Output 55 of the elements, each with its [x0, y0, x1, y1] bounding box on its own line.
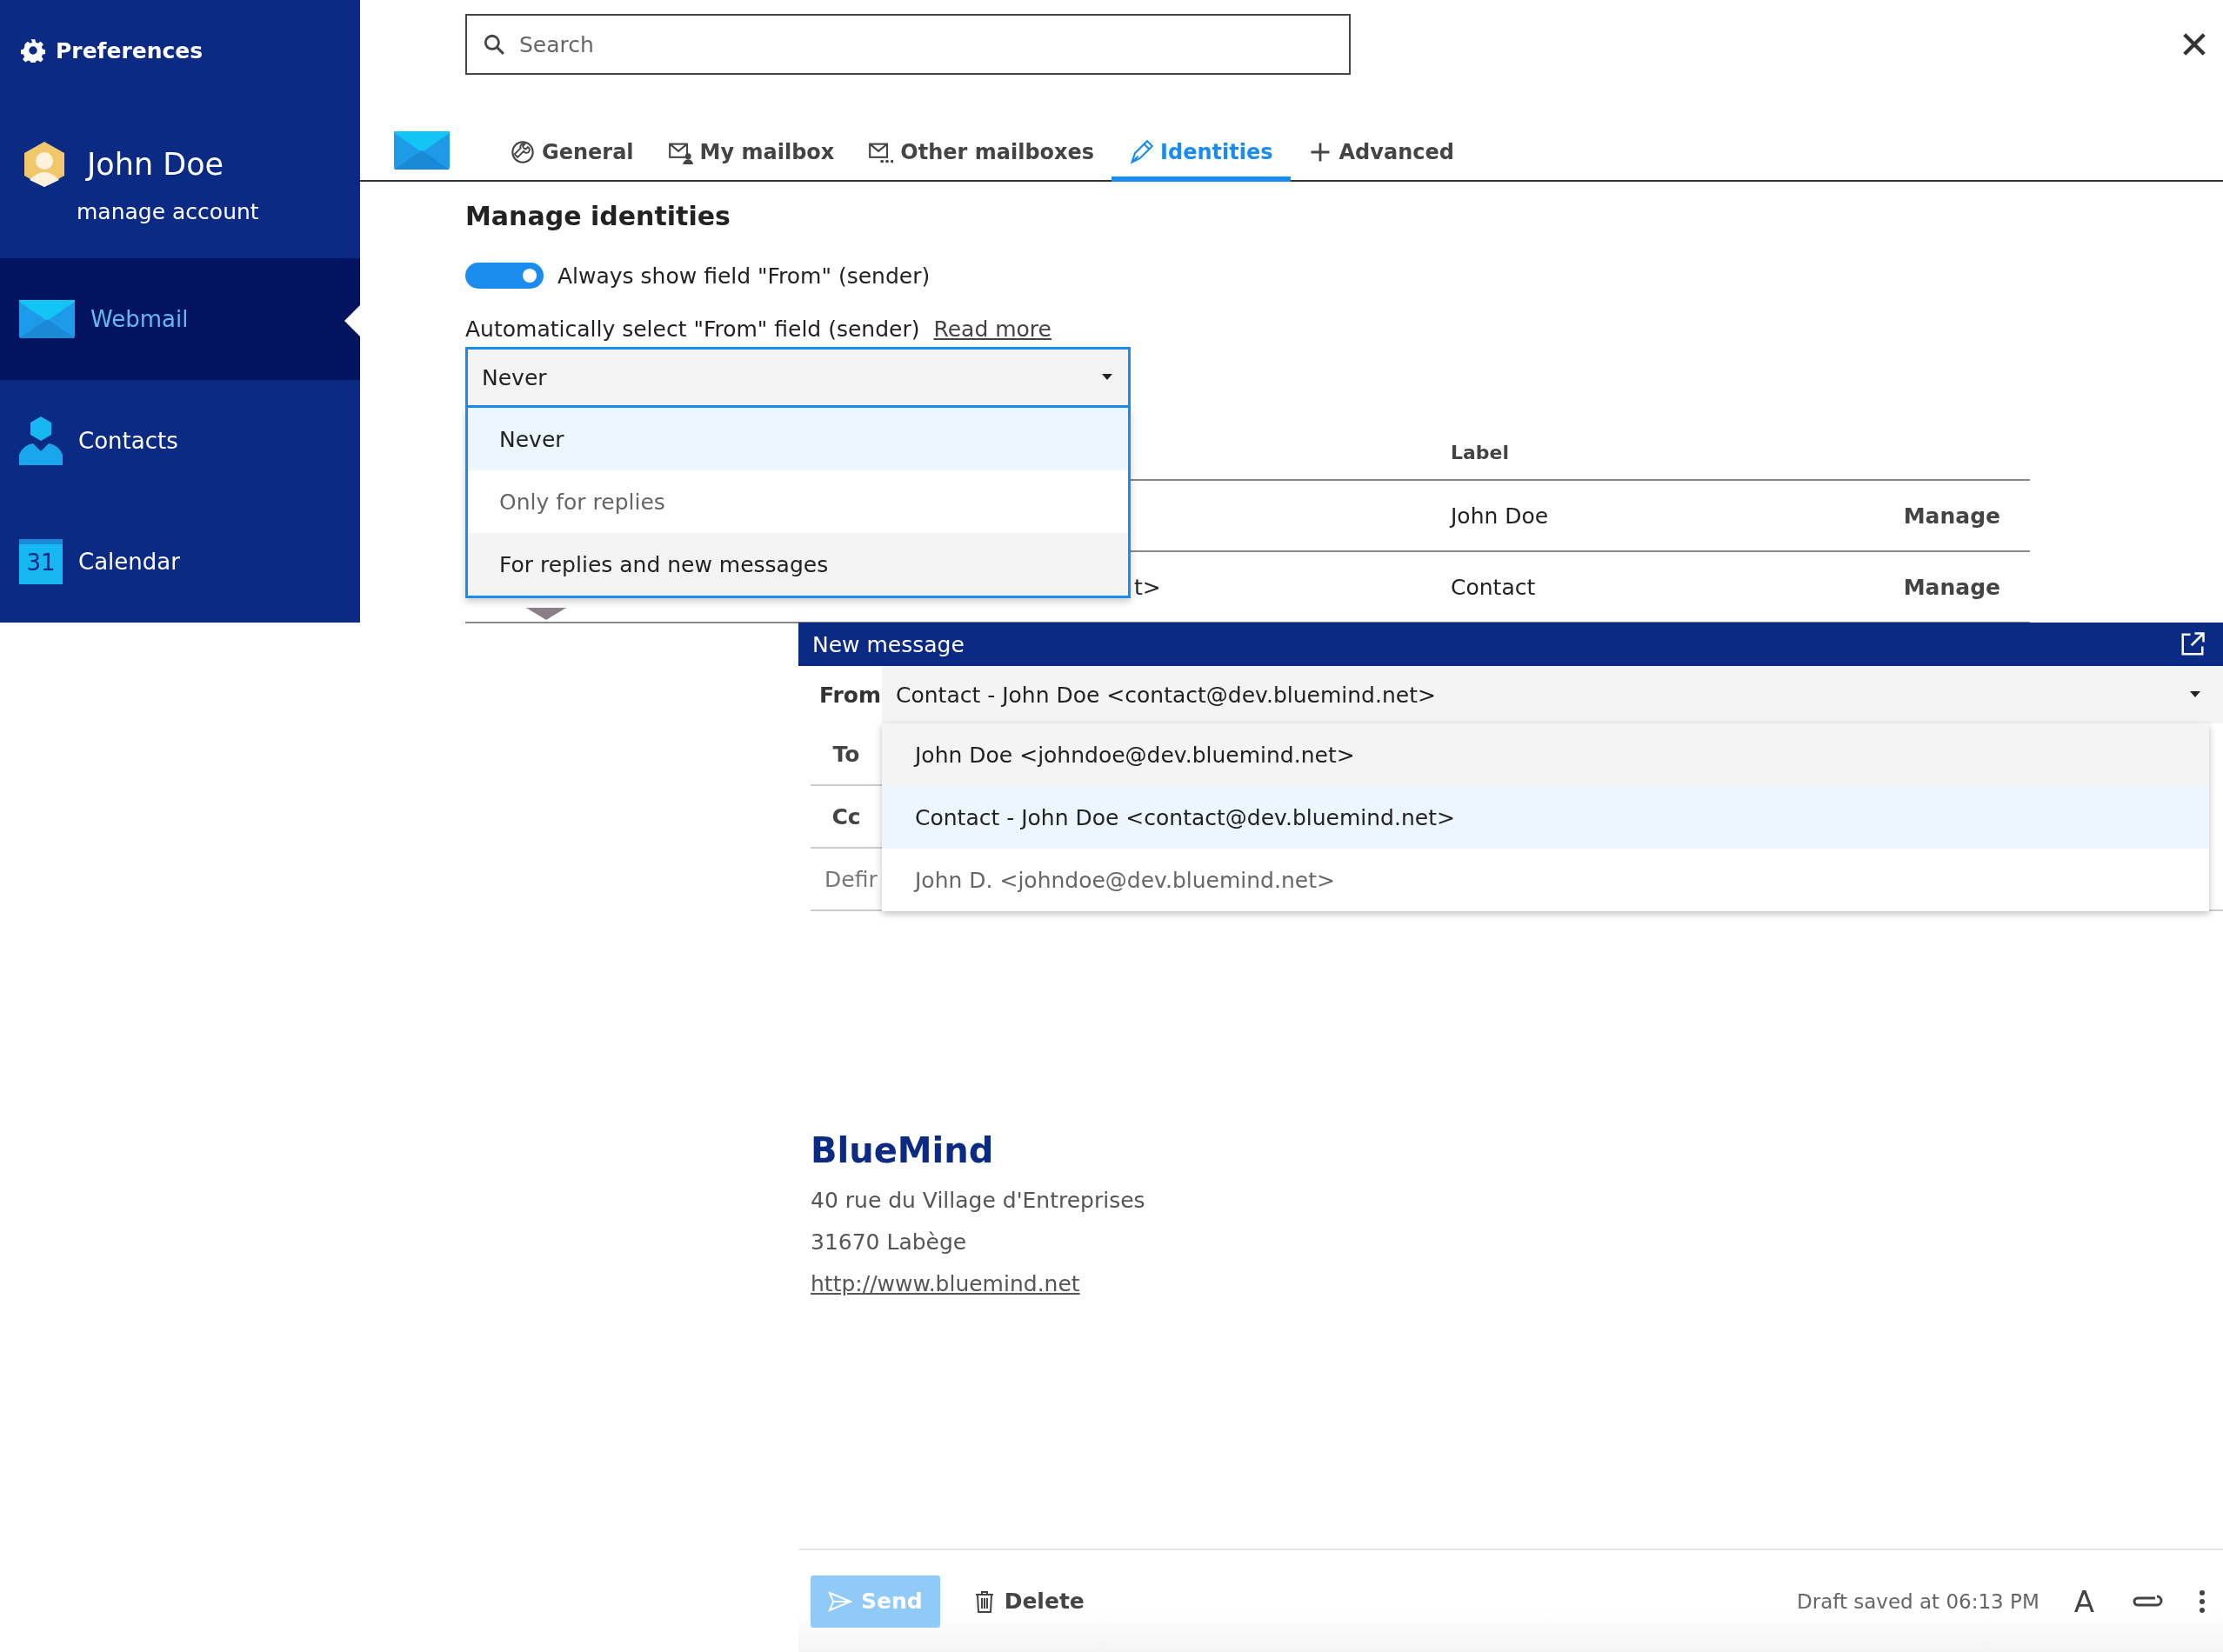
send-icon — [828, 1590, 852, 1612]
read-more-link[interactable]: Read more — [933, 316, 1051, 342]
more-icon[interactable] — [2199, 1589, 2206, 1614]
table-cell: John Doe — [1451, 481, 1904, 552]
pen-icon — [1129, 140, 1154, 164]
close-icon[interactable] — [2181, 31, 2207, 57]
column-header: Label — [1451, 425, 1904, 481]
search-icon — [483, 33, 505, 56]
search-field[interactable]: Search — [465, 14, 1351, 75]
dropdown-option[interactable]: Contact - John Doe <contact@dev.bluemind.net> — [882, 786, 2209, 849]
sidebar-item[interactable]: Webmail — [0, 258, 360, 380]
text-format-button[interactable]: A — [2073, 1583, 2094, 1619]
user-name: John Doe — [87, 146, 224, 182]
manage-account-link[interactable]: manage account — [24, 186, 360, 224]
tab[interactable]: Advanced — [1290, 140, 1472, 182]
tab[interactable]: My mailbox — [651, 140, 852, 182]
envelope-icon — [19, 300, 75, 339]
person-icon — [19, 416, 63, 465]
dropdown-option[interactable]: Never — [468, 408, 1128, 470]
dropdown-option[interactable]: For replies and new messages — [468, 533, 1128, 596]
calendar-icon: 31 — [19, 539, 63, 585]
tab[interactable]: Other mailboxes — [851, 140, 1112, 182]
caret-icon — [2188, 690, 2202, 699]
settings-icon[interactable] — [21, 38, 45, 63]
manage-link[interactable]: Manage — [1903, 481, 2030, 552]
field-label: From — [818, 682, 882, 708]
draft-status: Draft saved at 06:13 PM — [1796, 1589, 2039, 1613]
caret-icon — [1100, 373, 1114, 382]
window-title: New message — [812, 631, 965, 657]
external-link-icon[interactable] — [2180, 631, 2206, 657]
website-link[interactable]: http://www.bluemind.net — [811, 1268, 2223, 1301]
dropdown-select[interactable]: Never — [465, 347, 1131, 408]
sidebar-title[interactable]: Preferences — [56, 37, 204, 63]
sidebar-item[interactable]: Contacts — [0, 379, 360, 502]
dropdown-option[interactable]: John D. <johndoe@dev.bluemind.net> — [882, 849, 2209, 911]
toggle-switch[interactable] — [465, 263, 544, 289]
field-label: Automatically select "From" field (sender) — [465, 316, 920, 342]
envelope-icon — [394, 131, 450, 170]
toggle-label: Always show field "From" (sender) — [557, 263, 931, 289]
subject-field[interactable]: Defir — [811, 865, 882, 893]
tab[interactable]: General — [493, 140, 651, 182]
selection-pointer — [344, 305, 360, 337]
sidebar-item[interactable]: 31 Calendar — [0, 501, 360, 623]
address-line: 40 rue du Village d'Entreprises — [811, 1187, 1146, 1215]
avatar-icon[interactable] — [24, 141, 64, 187]
trash-icon — [974, 1589, 994, 1613]
delete-button[interactable]: Delete — [974, 1589, 1085, 1614]
dropdown-option[interactable]: John Doe <johndoe@dev.bluemind.net> — [882, 723, 2209, 786]
avatar-icon — [526, 608, 566, 620]
address-line: 31670 Labège — [811, 1229, 968, 1256]
section-title: Manage identities — [465, 201, 731, 231]
dropdown-option[interactable]: Only for replies — [468, 470, 1128, 533]
wrench-icon — [511, 140, 535, 164]
from-select[interactable]: Contact - John Doe <contact@dev.bluemind.net> — [882, 666, 2223, 723]
company-name: BlueMind — [811, 1130, 995, 1170]
